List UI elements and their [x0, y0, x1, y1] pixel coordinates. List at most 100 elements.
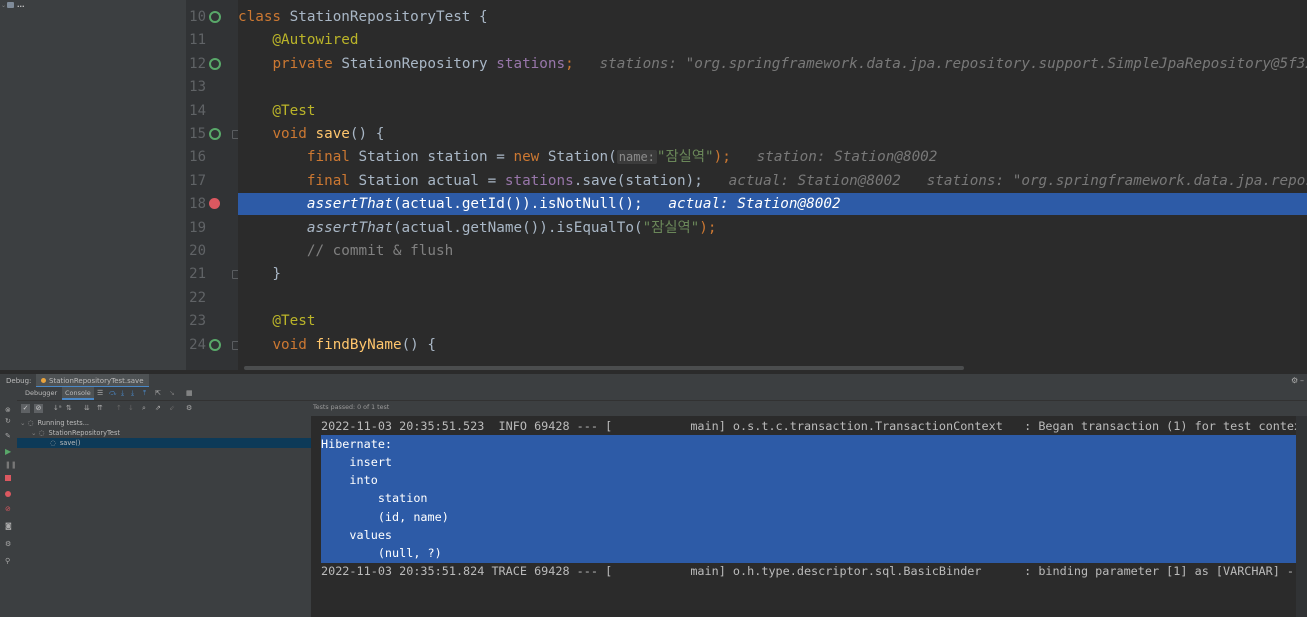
code-token: void: [272, 126, 316, 142]
step-over-icon[interactable]: ⤼: [109, 387, 116, 400]
spinner-icon: ◌: [50, 439, 56, 447]
evaluate-icon[interactable]: ▦: [186, 387, 193, 400]
gear-icon[interactable]: ⚙: [1291, 374, 1298, 388]
code-token: @Test: [238, 313, 316, 330]
line-number[interactable]: 10: [186, 9, 206, 25]
code-line[interactable]: final Station station = new Station(name…: [238, 146, 1307, 168]
pause-icon[interactable]: ❚❚: [5, 461, 17, 469]
line-number[interactable]: 23: [186, 313, 206, 329]
line-number[interactable]: 21: [186, 266, 206, 282]
line-number[interactable]: 14: [186, 103, 206, 119]
line-number[interactable]: 19: [186, 220, 206, 236]
run-to-cursor-icon[interactable]: ↘: [169, 387, 175, 400]
code-token: private: [272, 55, 342, 72]
line-number[interactable]: 22: [186, 290, 206, 306]
console-output[interactable]: 2022-11-03 20:35:51.523 INFO 69428 --- […: [311, 416, 1307, 617]
line-number[interactable]: 18: [186, 196, 206, 212]
line-number[interactable]: 16: [186, 149, 206, 165]
mute-breakpoints-icon[interactable]: ⊘: [5, 505, 11, 513]
tree-row-root[interactable]: ⌄...: [0, 0, 186, 10]
code-token: () {: [401, 336, 436, 353]
camera-icon[interactable]: ◙: [5, 522, 12, 530]
export-icon[interactable]: ⇗: [155, 404, 161, 412]
code-line[interactable]: class StationRepositoryTest {: [238, 6, 1307, 28]
force-step-into-icon[interactable]: ⤓: [131, 387, 134, 400]
import-icon[interactable]: ⇙: [169, 404, 175, 412]
pin-icon[interactable]: ⚲: [5, 557, 10, 565]
prev-failed-icon[interactable]: ↑: [116, 404, 122, 412]
show-ignored-icon[interactable]: ⊘: [34, 404, 43, 413]
minimize-icon[interactable]: –: [1300, 374, 1304, 388]
show-passed-icon[interactable]: ✓: [21, 404, 30, 413]
test-tree-label: save(): [59, 439, 81, 447]
settings-icon[interactable]: ⚙: [5, 540, 11, 548]
code-token: // commit & flush: [238, 243, 454, 259]
search-icon[interactable]: ⌕: [142, 404, 146, 413]
tab-console[interactable]: Console: [62, 387, 94, 400]
run-test-icon[interactable]: [209, 128, 221, 140]
code-token: StationRepository: [341, 55, 497, 72]
line-number[interactable]: 15: [186, 126, 206, 142]
code-line[interactable]: @Autowired: [238, 29, 1307, 51]
test-tree-item-method[interactable]: ◌ save(): [17, 438, 311, 448]
code-line[interactable]: @Test: [238, 100, 1307, 122]
console-menu-icon[interactable]: ☰: [97, 387, 103, 400]
console-scrollbar[interactable]: [1296, 416, 1307, 617]
wrench-icon[interactable]: ✎: [5, 432, 11, 440]
line-number[interactable]: 11: [186, 32, 206, 48]
line-number[interactable]: 13: [186, 79, 206, 95]
code-line[interactable]: void findByName() {: [238, 334, 1307, 356]
line-number[interactable]: 20: [186, 243, 206, 259]
code-line[interactable]: void save() {: [238, 123, 1307, 145]
sort-duration-icon[interactable]: ⇅: [66, 404, 72, 412]
code-line[interactable]: [238, 287, 1307, 309]
step-into-icon[interactable]: ⤓: [121, 387, 124, 400]
code-line[interactable]: assertThat(actual.getName()).isEqualTo("…: [238, 217, 1307, 239]
code-line[interactable]: private StationRepository stations; stat…: [238, 53, 1307, 75]
rerun-failed-icon[interactable]: ⊗: [5, 406, 11, 414]
code-line[interactable]: }: [238, 263, 1307, 285]
expand-all-icon[interactable]: ⇊: [84, 404, 90, 412]
drop-frame-icon[interactable]: ⇱: [155, 387, 161, 400]
line-number[interactable]: 12: [186, 56, 206, 72]
tests-status: Tests passed: 0 of 1 test: [313, 404, 390, 411]
spinner-icon: ◌: [27, 419, 34, 427]
spinner-icon: ◌: [38, 429, 45, 437]
sort-alpha-icon[interactable]: ↓ᵃ: [53, 404, 62, 412]
code-token: Station(: [547, 149, 617, 166]
code-line[interactable]: final Station actual = stations.save(sta…: [238, 170, 1307, 192]
code-token: .save(station);: [573, 172, 703, 189]
step-out-icon[interactable]: ⤒: [143, 387, 146, 400]
code-line[interactable]: [238, 76, 1307, 98]
next-failed-icon[interactable]: ↓: [128, 404, 134, 412]
modify-run-config-icon[interactable]: ↻: [5, 417, 11, 425]
code-token: @Test: [238, 102, 316, 119]
test-tree-item-class[interactable]: ⌄ ◌ StationRepositoryTest: [17, 428, 311, 438]
editor-horizontal-scrollbar[interactable]: [244, 366, 964, 370]
view-breakpoints-icon[interactable]: [5, 491, 11, 497]
code-editor[interactable]: class StationRepositoryTest { @Autowired…: [238, 0, 1307, 370]
console-line: 2022-11-03 20:35:51.523 INFO 69428 --- […: [321, 418, 1307, 433]
code-line[interactable]: // commit & flush: [238, 240, 1307, 262]
resume-icon[interactable]: ▶: [5, 447, 11, 456]
run-test-icon[interactable]: [209, 338, 221, 351]
collapse-all-icon[interactable]: ⇈: [97, 404, 103, 412]
line-number[interactable]: 17: [186, 173, 206, 189]
debug-session-tab[interactable]: StationRepositoryTest.save: [36, 374, 149, 388]
code-line[interactable]: @Test: [238, 310, 1307, 332]
stop-icon[interactable]: [5, 475, 11, 481]
code-line[interactable]: assertThat(actual.getId()).isNotNull(); …: [238, 193, 1307, 216]
debug-tabs-bar: ↻ Debugger Console ☰ ⤼ ⤓ ⤓ ⤒ ⇱ ↘ ▦: [0, 387, 1307, 401]
chevron-down-icon: ⌄: [31, 429, 37, 437]
inline-debug-value: actual: Station@8002: [642, 196, 841, 213]
settings-icon[interactable]: ⚙: [186, 404, 192, 412]
code-token: (actual.getId()).isNotNull();: [392, 196, 643, 213]
line-number[interactable]: 24: [186, 337, 206, 353]
code-token: @Autowired: [238, 32, 359, 49]
run-test-icon[interactable]: [209, 11, 221, 23]
tab-debugger[interactable]: Debugger: [25, 387, 57, 400]
bean-navigate-icon[interactable]: [209, 57, 221, 70]
test-tree-item-running[interactable]: ⌄ ◌ Running tests...: [17, 418, 311, 428]
